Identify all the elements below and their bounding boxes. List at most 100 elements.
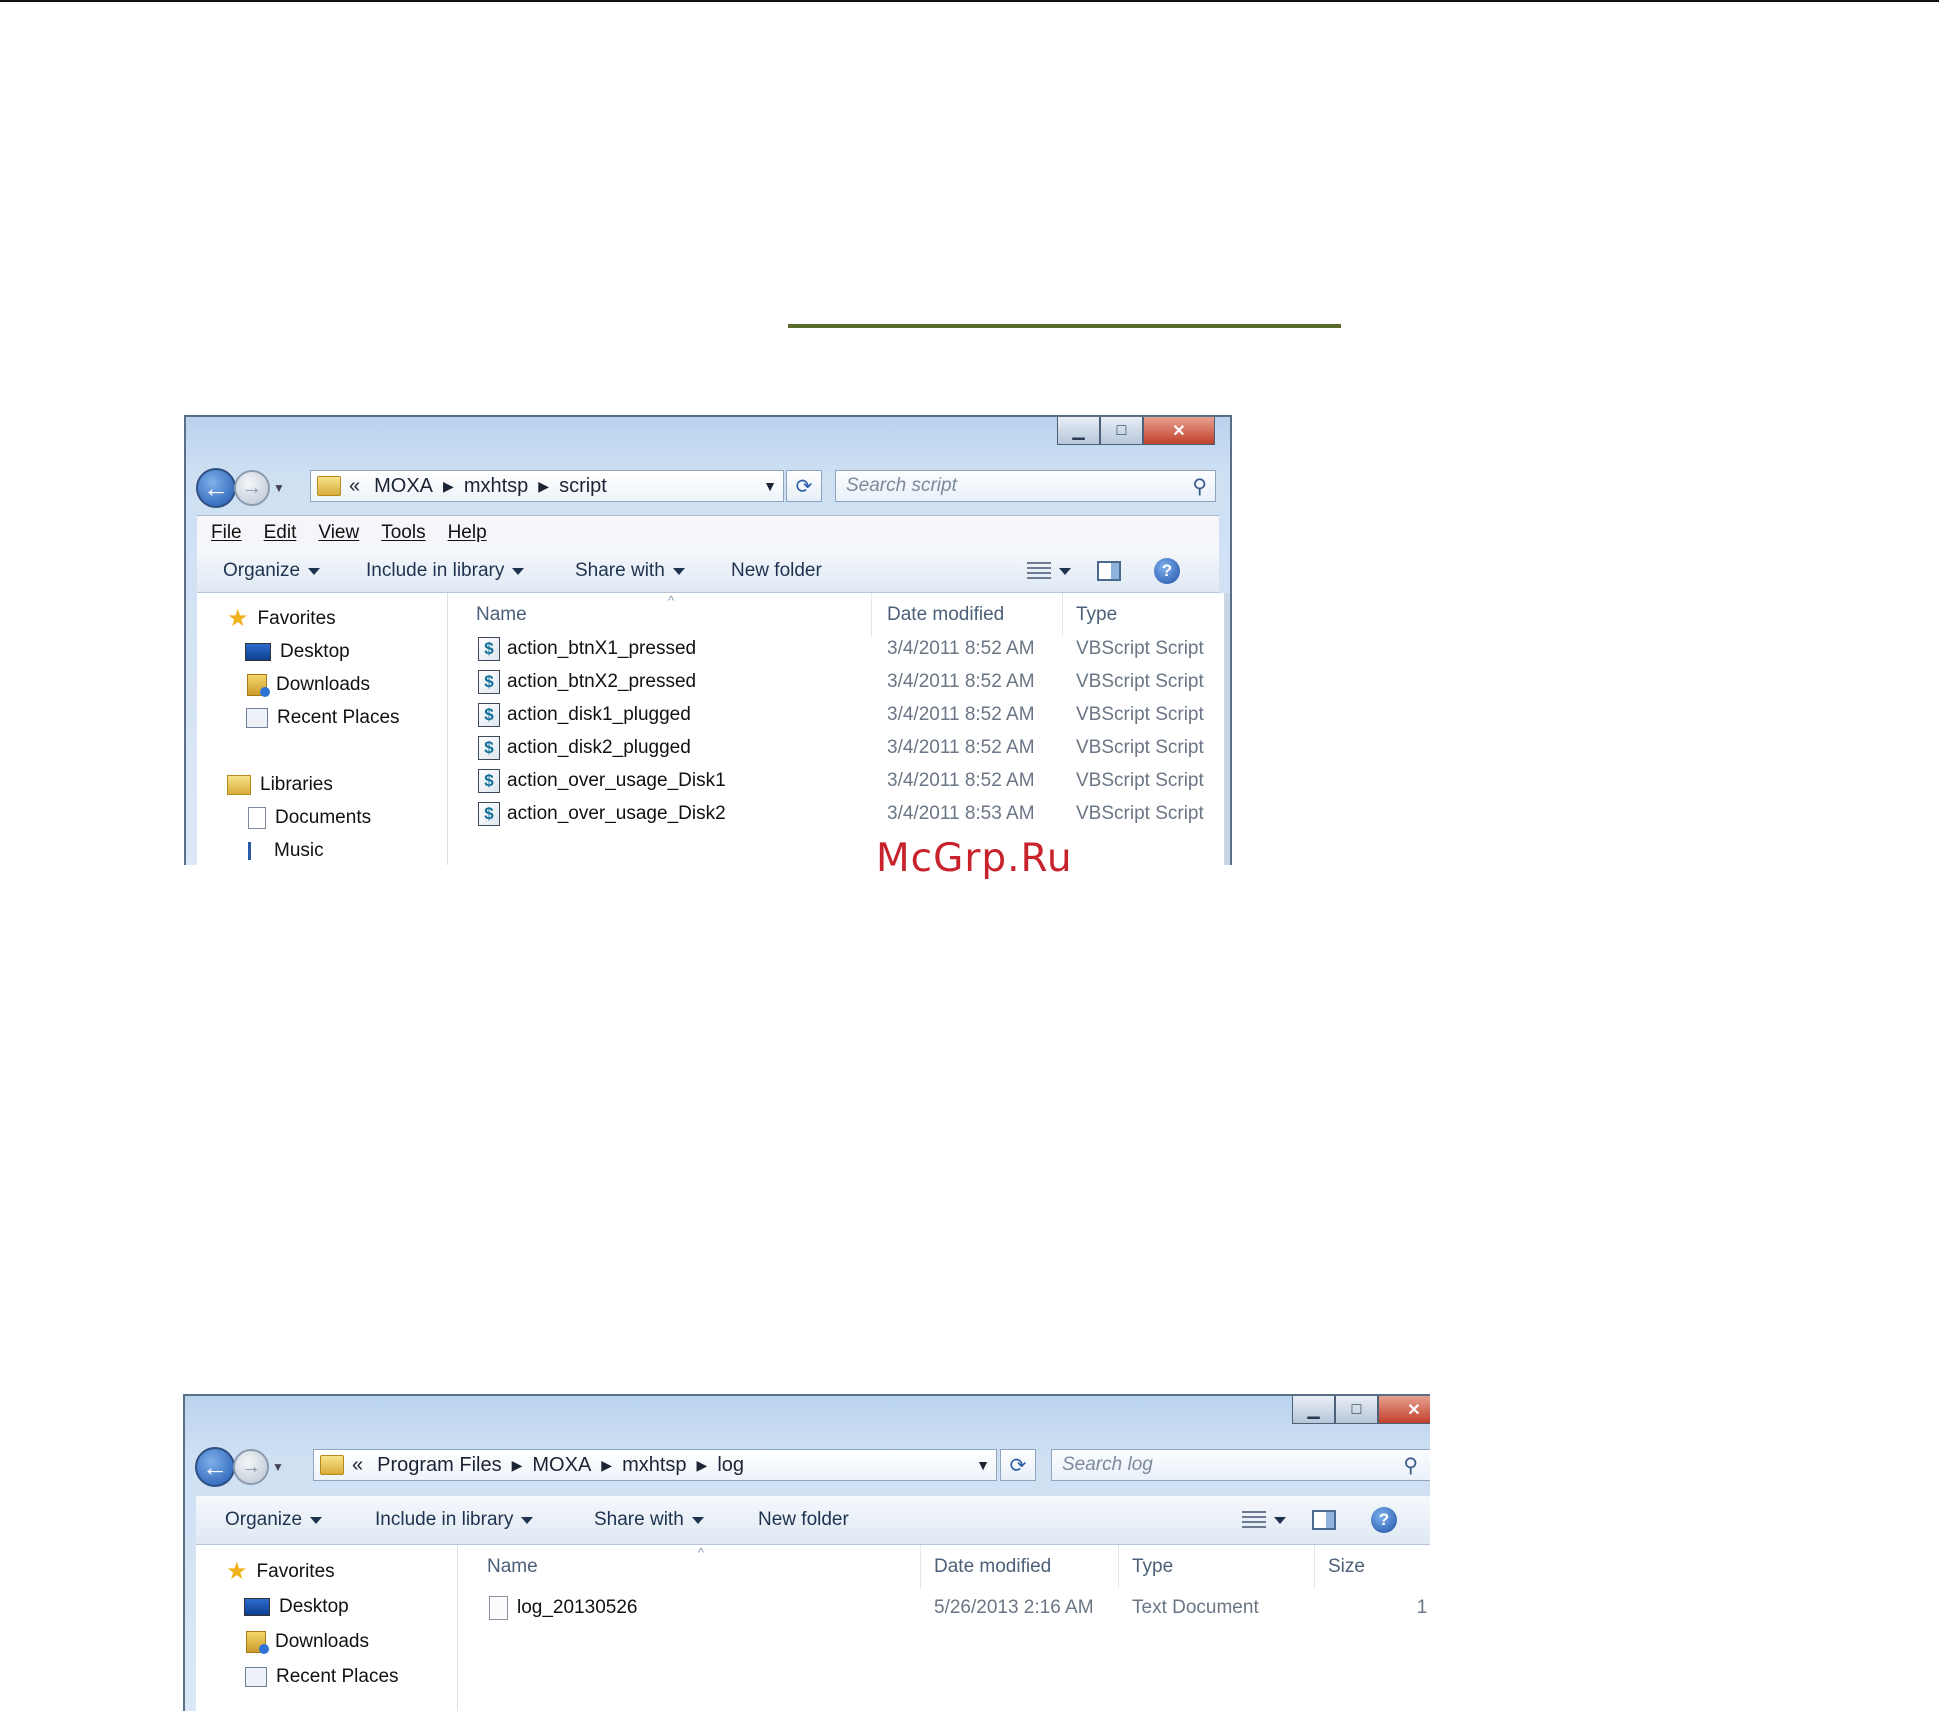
breadcrumb-program-files[interactable]: Program Files [377, 1454, 501, 1477]
column-divider[interactable] [1062, 593, 1063, 637]
nav-recent-places[interactable]: Recent Places [245, 1666, 399, 1688]
star-icon: ★ [227, 605, 249, 632]
column-header-size[interactable]: Size [1328, 1545, 1365, 1589]
file-date: 3/4/2011 8:52 AM [887, 670, 1035, 692]
address-dropdown-icon[interactable]: ▼ [976, 1457, 990, 1473]
menu-help[interactable]: Help [448, 522, 487, 544]
column-header-type[interactable]: Type [1076, 593, 1117, 637]
menu-edit[interactable]: Edit [264, 522, 297, 544]
preview-pane-icon[interactable] [1097, 561, 1121, 581]
nav-favorites[interactable]: ★ Favorites [227, 605, 336, 632]
file-row[interactable]: log_20130526 5/26/2013 2:16 AM Text Docu… [458, 1591, 1430, 1624]
preview-pane-icon[interactable] [1312, 1510, 1336, 1530]
maximize-button[interactable]: □ [1100, 417, 1143, 445]
column-header-date[interactable]: Date modified [934, 1545, 1051, 1589]
file-row[interactable]: $ action_disk1_plugged 3/4/2011 8:52 AM V… [448, 698, 1230, 731]
chevron-right-icon[interactable]: ▶ [697, 1457, 708, 1474]
file-row[interactable]: $ action_over_usage_Disk1 3/4/2011 8:52 A… [448, 764, 1230, 797]
file-row[interactable]: $ action_disk2_plugged 3/4/2011 8:52 AM V… [448, 731, 1230, 764]
change-view-button[interactable] [1027, 562, 1071, 580]
file-date: 5/26/2013 2:16 AM [934, 1596, 1094, 1618]
new-folder-label: New folder [758, 1509, 849, 1530]
new-folder-button[interactable]: New folder [758, 1509, 849, 1531]
nav-libraries[interactable]: Libraries [227, 774, 333, 796]
back-button[interactable]: ← [196, 468, 236, 508]
organize-button[interactable]: Organize [223, 560, 321, 582]
vertical-scrollbar[interactable] [1224, 593, 1230, 865]
forward-button[interactable]: → [233, 1449, 269, 1485]
chevron-right-icon[interactable]: ▶ [512, 1457, 523, 1474]
search-icon[interactable]: ⚲ [1192, 474, 1207, 499]
change-view-button[interactable] [1242, 1511, 1286, 1529]
nav-downloads[interactable]: Downloads [247, 674, 370, 697]
recent-pages-dropdown-icon[interactable]: ▼ [273, 481, 285, 495]
breadcrumb-overflow[interactable]: « [352, 1454, 363, 1477]
chevron-right-icon[interactable]: ▶ [443, 478, 454, 495]
explorer-window-log: ▁ □ ✕ ← → ▼ « Program Files ▶ MOXA ▶ mxh… [183, 1394, 1430, 1711]
search-input[interactable]: Search log ⚲ [1051, 1449, 1430, 1481]
help-icon[interactable]: ? [1371, 1507, 1397, 1533]
file-row[interactable]: $ action_btnX2_pressed 3/4/2011 8:52 AM V… [448, 665, 1230, 698]
maximize-button[interactable]: □ [1335, 1396, 1378, 1424]
navigation-pane: ★ Favorites Desktop Downloads Recent Plac… [197, 593, 448, 865]
decorative-rule [788, 324, 1341, 328]
chevron-right-icon[interactable]: ▶ [601, 1457, 612, 1474]
close-button[interactable]: ✕ [1378, 1396, 1430, 1424]
column-header-type[interactable]: Type [1132, 1545, 1173, 1589]
documents-icon [248, 807, 266, 829]
new-folder-button[interactable]: New folder [731, 560, 822, 582]
breadcrumb-moxa[interactable]: MOXA [532, 1454, 591, 1477]
nav-desktop[interactable]: Desktop [244, 1596, 349, 1618]
address-dropdown-icon[interactable]: ▼ [763, 478, 777, 494]
close-button[interactable]: ✕ [1143, 417, 1215, 445]
address-bar[interactable]: « MOXA ▶ mxhtsp ▶ script ▼ [310, 470, 784, 502]
breadcrumb-moxa[interactable]: MOXA [374, 475, 433, 498]
caret-down-icon [672, 567, 685, 575]
address-bar[interactable]: « Program Files ▶ MOXA ▶ mxhtsp ▶ log ▼ [313, 1449, 997, 1481]
recent-pages-dropdown-icon[interactable]: ▼ [272, 1460, 284, 1474]
search-input[interactable]: Search script ⚲ [835, 470, 1216, 502]
file-row[interactable]: $ action_btnX1_pressed 3/4/2011 8:52 AM V… [448, 632, 1230, 665]
forward-button[interactable]: → [234, 470, 270, 506]
menu-file[interactable]: File [211, 522, 242, 544]
column-header-name[interactable]: Name [476, 593, 527, 637]
include-in-library-button[interactable]: Include in library [375, 1509, 534, 1531]
refresh-button[interactable]: ⟳ [786, 470, 822, 502]
organize-button[interactable]: Organize [225, 1509, 323, 1531]
share-with-button[interactable]: Share with [575, 560, 685, 582]
share-with-button[interactable]: Share with [594, 1509, 704, 1531]
caret-down-icon [521, 1516, 534, 1524]
breadcrumb-mxhtsp[interactable]: mxhtsp [464, 475, 528, 498]
nav-desktop[interactable]: Desktop [245, 641, 350, 663]
minimize-button[interactable]: ▁ [1057, 417, 1100, 445]
help-icon[interactable]: ? [1154, 558, 1180, 584]
search-icon[interactable]: ⚲ [1403, 1453, 1418, 1478]
column-divider[interactable] [1118, 1545, 1119, 1589]
nav-documents[interactable]: Documents [248, 807, 371, 829]
breadcrumb-script[interactable]: script [559, 475, 607, 498]
menu-view[interactable]: View [318, 522, 359, 544]
breadcrumb-overflow[interactable]: « [349, 475, 360, 498]
column-divider[interactable] [920, 1545, 921, 1589]
file-name: action_over_usage_Disk1 [507, 769, 726, 791]
chevron-right-icon[interactable]: ▶ [538, 478, 549, 495]
nav-music-label: Music [274, 840, 324, 861]
column-header-date[interactable]: Date modified [887, 593, 1004, 637]
nav-recent-places[interactable]: Recent Places [246, 707, 400, 729]
nav-music[interactable]: Music [248, 840, 324, 862]
column-divider[interactable] [1314, 1545, 1315, 1589]
refresh-button[interactable]: ⟳ [1000, 1449, 1036, 1481]
minimize-button[interactable]: ▁ [1292, 1396, 1335, 1424]
column-divider[interactable] [871, 593, 872, 637]
breadcrumb-log[interactable]: log [717, 1454, 744, 1477]
nav-downloads[interactable]: Downloads [246, 1631, 369, 1654]
column-header-name[interactable]: Name [487, 1545, 538, 1589]
back-button[interactable]: ← [195, 1447, 235, 1487]
include-in-library-button[interactable]: Include in library [366, 560, 525, 582]
menu-tools[interactable]: Tools [381, 522, 425, 544]
breadcrumb-mxhtsp[interactable]: mxhtsp [622, 1454, 686, 1477]
file-row[interactable]: $ action_over_usage_Disk2 3/4/2011 8:53 A… [448, 797, 1230, 830]
nav-favorites[interactable]: ★ Favorites [226, 1560, 335, 1584]
file-name-cell: $ action_disk2_plugged [478, 731, 691, 764]
vbscript-file-icon: $ [478, 669, 500, 694]
